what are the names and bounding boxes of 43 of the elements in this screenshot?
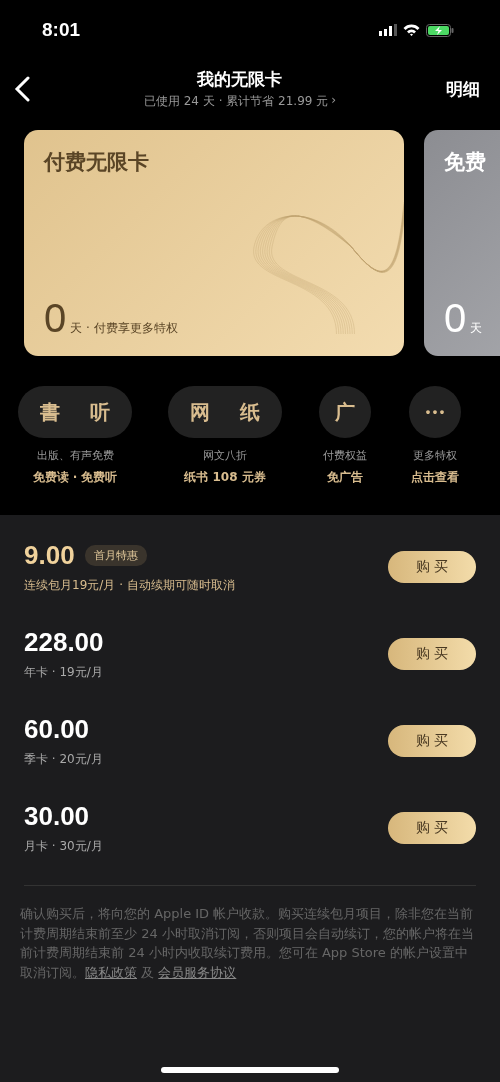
days-count: 0: [44, 298, 67, 338]
legal-notice: 确认购买后，将向您的 Apple ID 帐户收款。购买连续包月项目，除非您在当前计费周期结束前至少 24 小时取消订阅，否则项目会自动续订，您的帐户将在当前计费周期结束前 24 小时内收取续订费用。您可在 App Store 的帐户设置中取消订阅。隐私政策 及 会员服务协议: [20, 905, 475, 982]
promo-badge: 首月特惠: [84, 544, 147, 566]
perk-button[interactable]: 网 纸: [167, 386, 283, 438]
card-title: 免费: [444, 148, 487, 176]
plan-price: 9.00: [24, 539, 75, 571]
page-title: 我的无限卡: [197, 68, 283, 91]
details-button[interactable]: 明细: [446, 77, 480, 101]
plan-price: 30.00: [24, 800, 90, 832]
member-agreement-link[interactable]: 会员服务协议: [158, 964, 237, 980]
card-caption: 天: [470, 320, 483, 337]
perk-value: 免广告: [327, 469, 363, 486]
card-title: 付费无限卡: [44, 148, 150, 176]
plan-description: 季卡 · 20元/月: [24, 750, 103, 768]
buy-button[interactable]: 购 买: [388, 550, 476, 583]
days-count: 0: [444, 298, 467, 338]
perk-label: 更多特权: [413, 448, 457, 463]
plan-description: 连续包月19元/月 · 自动续期可随时取消: [24, 576, 235, 594]
perk-button[interactable]: 書 听: [17, 386, 133, 438]
card-caption: 天 · 付费享更多特权: [70, 320, 178, 337]
battery-charging-icon: [426, 23, 454, 37]
plan-price: 228.00: [24, 626, 104, 658]
perk-value: 纸书 108 元券: [184, 469, 266, 486]
perk-button[interactable]: ···: [409, 386, 461, 438]
buy-button[interactable]: 购 买: [388, 637, 476, 670]
usage-summary[interactable]: 已使用 24 天 · 累计节省 21.99 元: [143, 93, 329, 110]
perk-label: 付费权益: [323, 448, 367, 463]
buy-button[interactable]: 购 买: [388, 724, 476, 757]
perk-value: 点击查看: [411, 469, 459, 486]
plan-price: 60.00: [24, 713, 90, 745]
perk-label: 网文八折: [203, 448, 247, 463]
plan-description: 月卡 · 30元/月: [24, 837, 103, 855]
buy-button[interactable]: 购 买: [388, 811, 476, 844]
signal-icon: [379, 24, 397, 36]
plan-description: 年卡 · 19元/月: [24, 663, 104, 681]
wifi-icon: [403, 24, 420, 36]
status-time: 8:01: [42, 19, 81, 41]
privacy-policy-link[interactable]: 隐私政策: [85, 964, 137, 980]
perk-button[interactable]: 广: [319, 386, 371, 438]
perk-label: 出版、有声免费: [36, 448, 114, 463]
perk-value: 免费读 · 免费听: [32, 469, 118, 486]
membership-card[interactable]: 付费无限卡 0 天 · 付费享更多特权: [24, 130, 404, 356]
chevron-icon[interactable]: ›: [331, 93, 337, 110]
